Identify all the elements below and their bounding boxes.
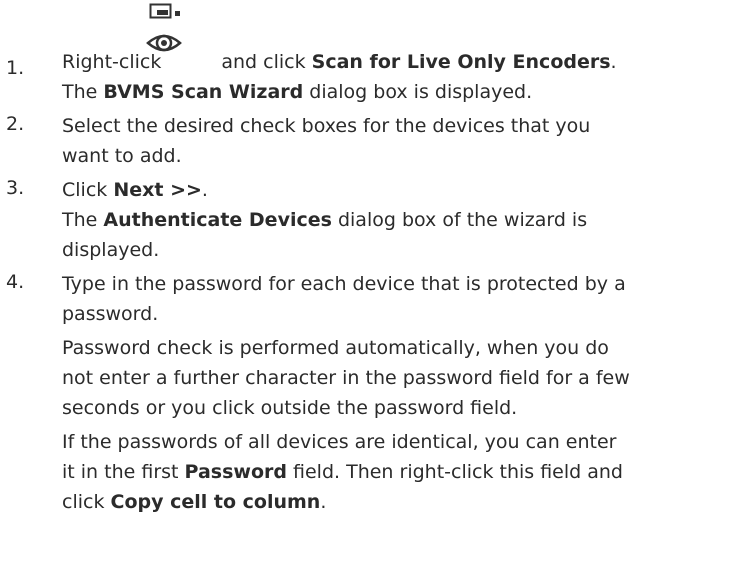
step-number: 1.	[6, 57, 25, 79]
text: The	[62, 81, 98, 103]
text: dialog box is displayed.	[309, 81, 533, 103]
step-line: it in the first Password field. Then rig…	[62, 459, 623, 485]
text: .	[610, 51, 617, 73]
text: .	[201, 179, 208, 201]
text: it in the first	[62, 461, 179, 483]
step-line: Click Next >>.	[62, 177, 208, 203]
text: Click	[62, 179, 108, 201]
step-line: seconds or you click outside the passwor…	[62, 397, 518, 419]
step-line: want to add.	[62, 145, 182, 167]
step-line: The Authenticate Devices dialog box of t…	[62, 207, 587, 233]
ui-term: Next >>	[113, 179, 202, 201]
step-number: 2.	[6, 113, 25, 135]
ui-term: Password	[184, 461, 287, 483]
text: Right-click	[62, 51, 162, 73]
text: .	[320, 491, 327, 513]
ui-term: BVMS Scan Wizard	[103, 81, 304, 103]
text: dialog box of the wizard is	[337, 209, 588, 231]
text: and click	[221, 51, 306, 73]
step-line: Select the desired check boxes for the d…	[62, 115, 591, 137]
step-line: displayed.	[62, 239, 160, 261]
step-line: password.	[62, 303, 159, 325]
step-line: Type in the password for each device tha…	[62, 273, 626, 295]
step-line: not enter a further character in the pas…	[62, 367, 630, 389]
step-line: The BVMS Scan Wizard dialog box is displ…	[62, 79, 532, 105]
text: click	[62, 491, 105, 513]
ui-term: Authenticate Devices	[103, 209, 332, 231]
step-line: Right-click and click Scan for Live Only …	[62, 49, 617, 75]
step-number: 3.	[6, 177, 25, 199]
text: The	[62, 209, 98, 231]
ui-term: Scan for Live Only Encoders	[311, 51, 611, 73]
text: field. Then right-click this field and	[293, 461, 623, 483]
step-line: If the passwords of all devices are iden…	[62, 431, 617, 453]
step-line: click Copy cell to column.	[62, 489, 326, 515]
step-line: Password check is performed automaticall…	[62, 337, 609, 359]
step-number: 4.	[6, 271, 25, 293]
ui-term: Copy cell to column	[110, 491, 321, 513]
